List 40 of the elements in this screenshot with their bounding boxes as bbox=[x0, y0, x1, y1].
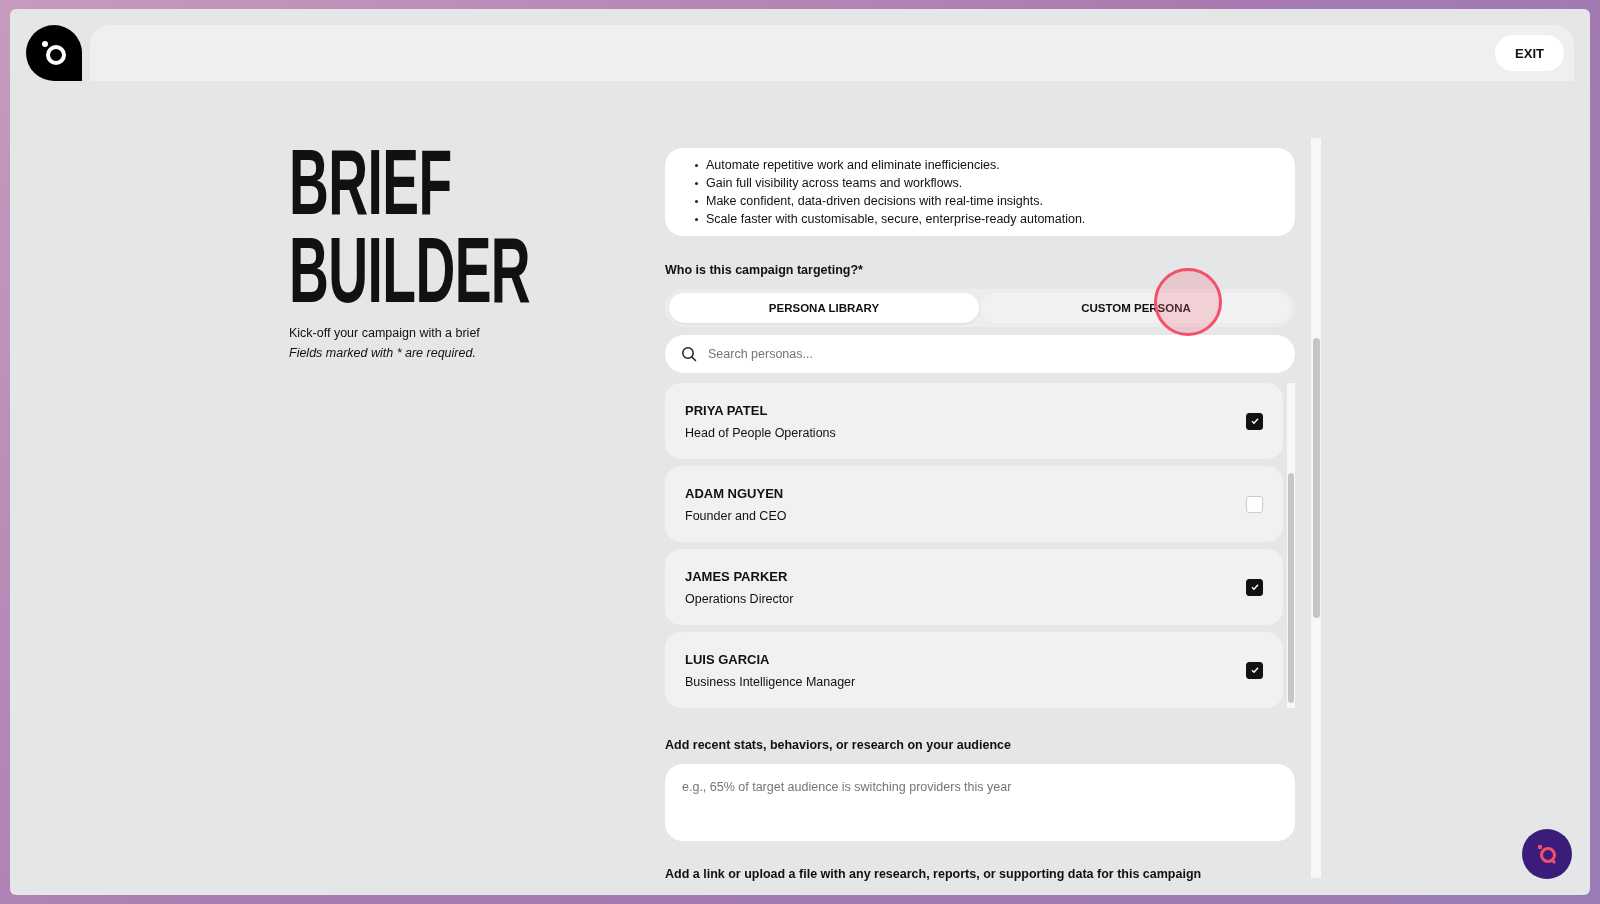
check-icon bbox=[1249, 582, 1260, 592]
subtitle: Kick-off your campaign with a brief bbox=[289, 326, 481, 340]
persona-role: Operations Director bbox=[685, 591, 795, 606]
tab[interactable]: PERSONA LIBRARY bbox=[669, 293, 979, 323]
persona-name: JAMES PARKER bbox=[685, 568, 789, 584]
check-icon bbox=[1249, 416, 1260, 426]
benefit-text: Automate repetitive work and eliminate inefficiencies. bbox=[706, 158, 1000, 172]
logo-icon[interactable] bbox=[26, 25, 82, 81]
scrollbar-thumb[interactable] bbox=[1312, 338, 1320, 618]
research-textarea[interactable]: e.g., 65% of target audience is switching providers this year bbox=[665, 764, 1295, 841]
benefit-text: Scale faster with customisable, secure, enterprise-ready automation. bbox=[706, 212, 1086, 226]
persona-name: PRIYA PATEL bbox=[685, 402, 769, 418]
bullet-icon bbox=[695, 217, 698, 221]
required-note: Fields marked with * are required. bbox=[289, 346, 477, 360]
persona-role: Founder and CEO bbox=[685, 508, 788, 523]
persona-name: LUIS GARCIA bbox=[685, 651, 771, 667]
exit-button[interactable]: EXIT bbox=[1495, 35, 1564, 71]
page-title: BRIEF BUILDER bbox=[289, 138, 532, 314]
checkbox[interactable] bbox=[1246, 412, 1263, 430]
benefit-text: Gain full visibility across teams and workflows. bbox=[706, 176, 963, 190]
persona-card[interactable]: ADAM NGUYEN Founder and CEO bbox=[665, 466, 1283, 542]
checkbox[interactable] bbox=[1246, 578, 1263, 596]
scrollbar-thumb[interactable] bbox=[1288, 473, 1294, 703]
check-icon bbox=[1249, 665, 1260, 675]
field-label: Add recent stats, behaviors, or research on your audience bbox=[665, 738, 1012, 752]
persona-role: Head of People Operations bbox=[685, 425, 837, 440]
persona-card[interactable]: PRIYA PATEL Head of People Operations bbox=[665, 383, 1283, 459]
bullet-icon bbox=[695, 181, 698, 185]
persona-name: ADAM NGUYEN bbox=[685, 485, 785, 501]
benefit-text: Make confident, data-driven decisions with real-time insights. bbox=[706, 194, 1043, 208]
persona-card[interactable]: LUIS GARCIA Business Intelligence Manager bbox=[665, 632, 1283, 708]
bullet-icon bbox=[695, 199, 698, 203]
chat-button[interactable] bbox=[1522, 829, 1572, 879]
persona-role: Business Intelligence Manager bbox=[685, 674, 857, 689]
field-label: Add a link or upload a file with any research, reports, or supporting data for this campaign bbox=[665, 867, 1203, 881]
field-label: Who is this campaign targeting?* bbox=[665, 263, 864, 277]
search-field[interactable]: Search personas... bbox=[665, 335, 1295, 373]
persona-card[interactable]: JAMES PARKER Operations Director bbox=[665, 549, 1283, 625]
checkbox[interactable] bbox=[1246, 661, 1263, 679]
bullet-icon bbox=[695, 163, 698, 167]
